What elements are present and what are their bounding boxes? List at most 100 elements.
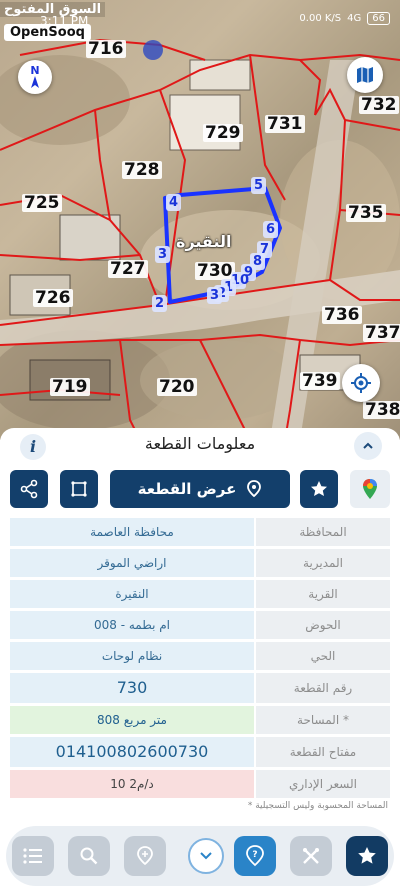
row-value: 014100802600730 — [10, 737, 254, 767]
parcel-label[interactable]: 737 — [363, 324, 400, 342]
satellite-map[interactable]: 716 729 731 732 728 725 735 727 730 726 … — [0, 0, 400, 440]
row-label: الحي — [256, 642, 390, 670]
bottom-navigation: ? — [0, 826, 400, 889]
frame-button[interactable] — [60, 470, 98, 508]
row-value: ام بطمه - 008 — [10, 611, 254, 639]
tools-button[interactable] — [290, 836, 332, 876]
row-label: المحافظة — [256, 518, 390, 546]
info-row: النقيرة القرية — [10, 580, 390, 608]
compass-button[interactable]: N — [18, 60, 52, 94]
row-label: الحوض — [256, 611, 390, 639]
parcel-label[interactable]: 728 — [122, 161, 162, 179]
search-button[interactable] — [68, 836, 110, 876]
favorite-button[interactable] — [300, 470, 338, 508]
map-canvas — [0, 38, 400, 440]
location-button[interactable] — [124, 836, 166, 876]
chevron-down-icon — [200, 852, 212, 860]
row-label: السعر الإداري — [256, 770, 390, 798]
vertex-marker: 6 — [263, 221, 278, 238]
vertex-marker: 3 — [155, 246, 170, 263]
info-rows: محافظة العاصمة المحافظة اراضي الموقر الم… — [10, 518, 390, 801]
frame-icon — [71, 481, 87, 497]
vertex-marker: 4 — [166, 194, 181, 211]
parcel-label[interactable]: 735 — [346, 204, 386, 222]
battery-indicator: 66 — [367, 12, 390, 25]
favorites-button[interactable] — [346, 836, 388, 876]
parcel-label[interactable]: 730 — [195, 262, 235, 280]
parcel-label[interactable]: 719 — [50, 378, 90, 396]
parcel-label[interactable]: 726 — [33, 289, 73, 307]
info-row: 014100802600730 مفتاح القطعة — [10, 737, 390, 767]
vertex-marker: 3 — [207, 287, 222, 304]
plot-info-panel: i معلومات القطعة عرض القطعة محافظة العاص… — [0, 428, 400, 889]
row-label: المساحة * — [256, 706, 390, 734]
network-type: 4G — [347, 13, 362, 24]
pin-icon — [247, 480, 262, 498]
map-layers-button[interactable] — [347, 57, 383, 93]
star-icon — [311, 481, 327, 496]
vertex-marker: 2 — [152, 295, 167, 312]
info-row: ام بطمه - 008 الحوض — [10, 611, 390, 639]
parcel-label[interactable]: 738 — [363, 401, 400, 419]
collapse-button[interactable] — [354, 432, 382, 460]
locate-icon — [351, 373, 371, 393]
info-row: محافظة العاصمة المحافظة — [10, 518, 390, 546]
compass-icon: N — [30, 64, 40, 77]
row-value: 10 د/م2 — [10, 770, 254, 798]
show-plot-label: عرض القطعة — [137, 480, 237, 498]
info-row: 730 رقم القطعة — [10, 673, 390, 703]
google-maps-icon — [363, 479, 377, 499]
parcel-label[interactable]: 727 — [108, 260, 148, 278]
row-value: 808 متر مربع — [10, 706, 254, 734]
parcel-label[interactable]: 725 — [22, 194, 62, 212]
row-label: المديرية — [256, 549, 390, 577]
parcel-label[interactable]: 731 — [265, 115, 305, 133]
info-row: 10 د/م2 السعر الإداري — [10, 770, 390, 798]
nav-bar: ? — [6, 826, 394, 886]
list-button[interactable] — [12, 836, 54, 876]
action-bar: عرض القطعة — [10, 470, 390, 510]
plot-name-label: النقيرة — [176, 232, 232, 251]
row-value: النقيرة — [10, 580, 254, 608]
favorites-icon — [358, 847, 376, 864]
vertex-marker: 5 — [251, 177, 266, 194]
row-value: 730 — [10, 673, 254, 703]
map-layers-icon — [357, 67, 373, 83]
network-speed: 0.00 K/S — [299, 13, 342, 24]
search-icon — [80, 847, 98, 865]
location-pin-icon — [137, 846, 153, 866]
info-row: 808 متر مربع المساحة * — [10, 706, 390, 734]
panel-header: i معلومات القطعة — [0, 428, 400, 460]
share-icon — [20, 479, 38, 499]
share-button[interactable] — [10, 470, 48, 508]
row-label: رقم القطعة — [256, 673, 390, 703]
parcel-label[interactable]: 716 — [86, 40, 126, 58]
row-value: محافظة العاصمة — [10, 518, 254, 546]
compass-arrow-icon — [31, 76, 39, 88]
parcel-label[interactable]: 732 — [359, 96, 399, 114]
help-icon: ? — [246, 845, 264, 867]
show-plot-button[interactable]: عرض القطعة — [110, 470, 290, 508]
chevron-up-icon — [363, 442, 373, 449]
locate-button[interactable] — [342, 364, 380, 402]
help-button[interactable]: ? — [234, 836, 276, 876]
row-value: اراضي الموقر — [10, 549, 254, 577]
row-label: القرية — [256, 580, 390, 608]
row-label: مفتاح القطعة — [256, 737, 390, 767]
parcel-label[interactable]: 739 — [300, 372, 340, 390]
tools-icon — [303, 848, 319, 864]
svg-text:?: ? — [252, 850, 257, 860]
parcel-label[interactable]: 720 — [157, 378, 197, 396]
brand-logo: OpenSooq — [4, 24, 91, 41]
info-row: اراضي الموقر المديرية — [10, 549, 390, 577]
status-indicators: 0.00 K/S 4G 66 — [299, 12, 390, 25]
row-value: نظام لوحات — [10, 642, 254, 670]
parcel-label[interactable]: 729 — [203, 124, 243, 142]
expand-button[interactable] — [188, 838, 224, 874]
panel-title: معلومات القطعة — [144, 434, 256, 453]
info-row: نظام لوحات الحي — [10, 642, 390, 670]
list-icon — [23, 848, 42, 864]
google-maps-button[interactable] — [350, 470, 390, 508]
parcel-label[interactable]: 736 — [322, 306, 362, 324]
area-footnote: * المساحة المحسوبة وليس التسجيلية — [247, 801, 388, 811]
